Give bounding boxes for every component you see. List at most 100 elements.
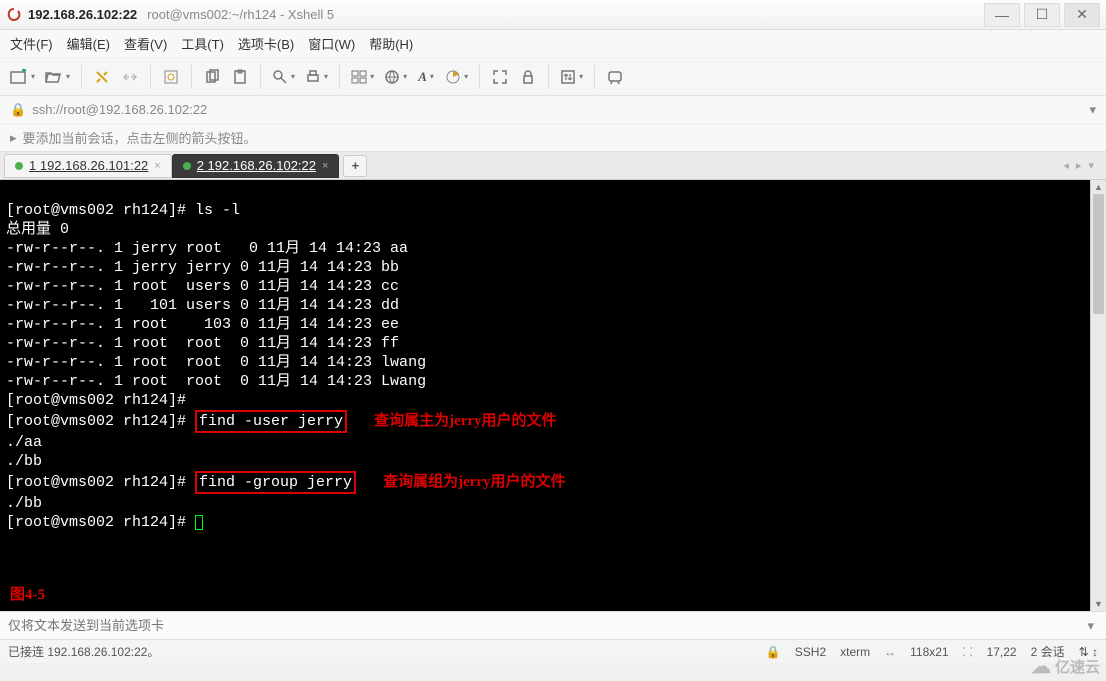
status-protocol: SSH2 [795, 645, 826, 659]
properties-button[interactable] [160, 65, 182, 89]
terminal-output: -rw-r--r--. 1 root root 0 11月 14 14:23 l… [6, 354, 426, 371]
separator [191, 65, 192, 89]
print-button[interactable] [303, 65, 330, 89]
terminal-output: -rw-r--r--. 1 root root 0 11月 14 14:23 f… [6, 335, 399, 352]
minimize-button[interactable]: — [984, 3, 1020, 27]
separator [81, 65, 82, 89]
session-tab-1[interactable]: 1 192.168.26.101:22 × [4, 154, 172, 178]
status-lock-icon: 🔒 [766, 645, 781, 659]
prompt: [root@vms002 rh124]# [6, 392, 186, 409]
separator [260, 65, 261, 89]
compose-input[interactable] [8, 618, 1083, 633]
lock-button[interactable] [517, 65, 539, 89]
status-size-icon: ↔ [884, 645, 896, 659]
status-cursor-pos: 17,22 [987, 645, 1017, 659]
prompt: [root@vms002 rh124]# [6, 474, 195, 491]
session-tab-label: 2 192.168.26.102:22 [197, 158, 316, 173]
terminal[interactable]: [root@vms002 rh124]# ls -l 总用量 0 -rw-r--… [0, 180, 1106, 611]
new-tab-button[interactable]: + [343, 155, 367, 177]
terminal-wrap: [root@vms002 rh124]# ls -l 总用量 0 -rw-r--… [0, 180, 1106, 611]
font-button[interactable]: A [415, 65, 437, 89]
menu-bar: 文件(F) 编辑(E) 查看(V) 工具(T) 选项卡(B) 窗口(W) 帮助(… [0, 30, 1106, 58]
maximize-button[interactable]: ☐ [1024, 3, 1060, 27]
separator [150, 65, 151, 89]
compose-dropdown-icon[interactable]: ▾ [1083, 618, 1098, 634]
paste-button[interactable] [229, 65, 251, 89]
address-bar[interactable]: 🔒 ssh://root@192.168.26.102:22 ▾ [0, 96, 1106, 124]
lock-icon: 🔒 [10, 102, 26, 118]
separator [479, 65, 480, 89]
terminal-output: ./bb [6, 453, 42, 470]
tab-close-icon[interactable]: × [322, 160, 328, 172]
annotation-text: 查询属主为jerry用户的文件 [374, 413, 556, 429]
disconnect-button[interactable] [119, 65, 141, 89]
layout-button[interactable] [349, 65, 376, 89]
highlighted-command: find -user jerry [195, 410, 347, 433]
vertical-scrollbar[interactable]: ▲ ▼ [1090, 180, 1106, 611]
scroll-up-icon[interactable]: ▲ [1091, 180, 1106, 194]
app-icon [6, 7, 22, 23]
cloud-icon: ☁ [1031, 654, 1051, 679]
fullscreen-button[interactable] [489, 65, 511, 89]
new-session-button[interactable] [8, 65, 37, 89]
menu-edit[interactable]: 编辑(E) [67, 34, 110, 53]
status-size: 118x21 [910, 645, 948, 659]
menu-window[interactable]: 窗口(W) [308, 34, 355, 53]
address-url: ssh://root@192.168.26.102:22 [32, 102, 207, 117]
prompt: [root@vms002 rh124]# [6, 202, 195, 219]
scroll-thumb[interactable] [1093, 194, 1104, 314]
watermark-text: 亿速云 [1055, 656, 1100, 677]
separator [339, 65, 340, 89]
status-pos-icon: ⸬ [963, 643, 973, 660]
terminal-output: ./aa [6, 434, 42, 451]
title-subtitle: root@vms002:~/rh124 - Xshell 5 [147, 7, 334, 22]
separator [594, 65, 595, 89]
cursor [195, 515, 203, 530]
status-connection: 已接连 192.168.26.102:22。 [8, 643, 159, 660]
compose-bar: ▾ [0, 611, 1106, 639]
encoding-button[interactable] [382, 65, 409, 89]
menu-tabs[interactable]: 选项卡(B) [238, 34, 294, 53]
hint-bar: ▸ 要添加当前会话，点击左侧的箭头按钮。 [0, 124, 1106, 152]
session-tabstrip: 1 192.168.26.101:22 × 2 192.168.26.102:2… [0, 152, 1106, 180]
terminal-output: 总用量 0 [6, 221, 69, 238]
copy-button[interactable] [201, 65, 223, 89]
menu-file[interactable]: 文件(F) [10, 34, 53, 53]
session-tab-label: 1 192.168.26.101:22 [29, 158, 148, 173]
terminal-output: -rw-r--r--. 1 root users 0 11月 14 14:23 … [6, 278, 399, 295]
menu-view[interactable]: 查看(V) [124, 34, 167, 53]
prompt: [root@vms002 rh124]# [6, 514, 195, 531]
menu-tools[interactable]: 工具(T) [181, 34, 224, 53]
annotation-text: 查询属组为jerry用户的文件 [383, 474, 565, 490]
watermark: ☁ 亿速云 [1031, 654, 1100, 679]
menu-help[interactable]: 帮助(H) [369, 34, 413, 53]
tab-nav-arrows[interactable]: ◂ ▸ ▾ [1063, 159, 1102, 172]
reconnect-button[interactable] [91, 65, 113, 89]
window-buttons: — ☐ ✕ [980, 3, 1100, 27]
figure-label: 图4-5 [10, 586, 45, 605]
title-host: 192.168.26.102:22 [28, 7, 137, 22]
tab-close-icon[interactable]: × [154, 160, 160, 172]
terminal-output: ./bb [6, 495, 42, 512]
title-bar: 192.168.26.102:22 root@vms002:~/rh124 - … [0, 0, 1106, 30]
quick-command-button[interactable] [604, 65, 626, 89]
status-termtype: xterm [840, 645, 870, 659]
session-tab-2[interactable]: 2 192.168.26.102:22 × [172, 154, 340, 178]
terminal-output: -rw-r--r--. 1 jerry jerry 0 11月 14 14:23… [6, 259, 399, 276]
transfer-button[interactable] [558, 65, 585, 89]
status-dot-icon [15, 162, 23, 170]
close-button[interactable]: ✕ [1064, 3, 1100, 27]
separator [548, 65, 549, 89]
scroll-down-icon[interactable]: ▼ [1091, 597, 1106, 611]
hint-arrow-icon[interactable]: ▸ [10, 130, 17, 146]
color-button[interactable] [443, 65, 470, 89]
terminal-output: -rw-r--r--. 1 jerry root 0 11月 14 14:23 … [6, 240, 408, 257]
open-session-button[interactable] [43, 65, 72, 89]
address-dropdown-icon[interactable]: ▾ [1089, 102, 1096, 118]
prompt: [root@vms002 rh124]# [6, 413, 195, 430]
status-bar: 已接连 192.168.26.102:22。 🔒 SSH2 xterm ↔ 11… [0, 639, 1106, 663]
command-text: ls -l [195, 202, 240, 219]
terminal-output: -rw-r--r--. 1 root 103 0 11月 14 14:23 ee [6, 316, 399, 333]
highlighted-command: find -group jerry [195, 471, 356, 494]
find-button[interactable] [270, 65, 297, 89]
